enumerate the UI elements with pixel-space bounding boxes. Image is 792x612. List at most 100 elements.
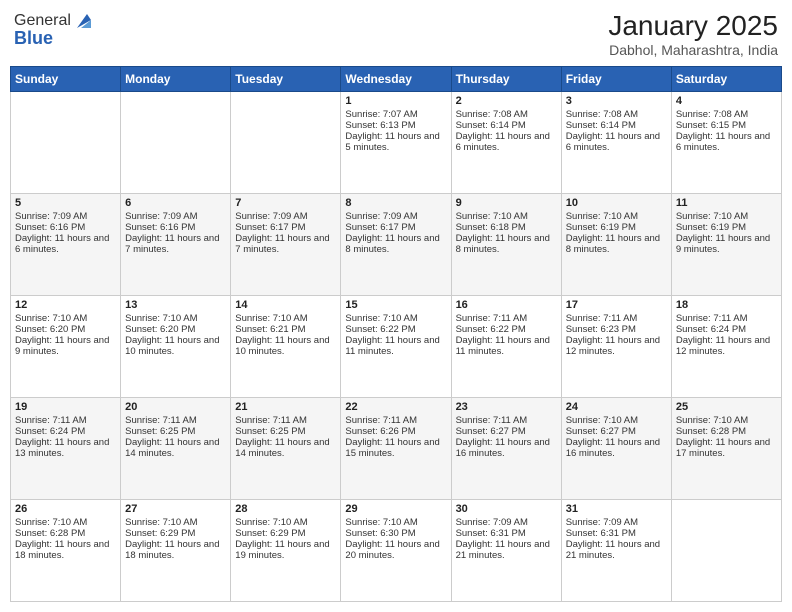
sunset-text: Sunset: 6:15 PM — [676, 120, 777, 131]
sunrise-text: Sunrise: 7:10 AM — [566, 211, 667, 222]
col-monday: Monday — [121, 67, 231, 92]
table-row: 3Sunrise: 7:08 AMSunset: 6:14 PMDaylight… — [561, 92, 671, 194]
daylight-text: Daylight: 11 hours and 12 minutes. — [566, 335, 667, 357]
col-tuesday: Tuesday — [231, 67, 341, 92]
table-row — [671, 500, 781, 602]
table-row — [231, 92, 341, 194]
table-row: 9Sunrise: 7:10 AMSunset: 6:18 PMDaylight… — [451, 194, 561, 296]
day-number: 24 — [566, 401, 667, 413]
sunset-text: Sunset: 6:26 PM — [345, 426, 446, 437]
sunset-text: Sunset: 6:14 PM — [566, 120, 667, 131]
daylight-text: Daylight: 11 hours and 11 minutes. — [345, 335, 446, 357]
calendar-table: Sunday Monday Tuesday Wednesday Thursday… — [10, 66, 782, 602]
sunrise-text: Sunrise: 7:09 AM — [15, 211, 116, 222]
day-number: 20 — [125, 401, 226, 413]
sunset-text: Sunset: 6:16 PM — [15, 222, 116, 233]
calendar-week-row: 26Sunrise: 7:10 AMSunset: 6:28 PMDayligh… — [11, 500, 782, 602]
sunset-text: Sunset: 6:20 PM — [15, 324, 116, 335]
col-saturday: Saturday — [671, 67, 781, 92]
table-row: 27Sunrise: 7:10 AMSunset: 6:29 PMDayligh… — [121, 500, 231, 602]
day-number: 10 — [566, 197, 667, 209]
table-row: 23Sunrise: 7:11 AMSunset: 6:27 PMDayligh… — [451, 398, 561, 500]
sunrise-text: Sunrise: 7:10 AM — [125, 517, 226, 528]
col-sunday: Sunday — [11, 67, 121, 92]
page: General Blue January 2025 Dabhol, Mahara… — [0, 0, 792, 612]
day-number: 1 — [345, 95, 446, 107]
table-row — [121, 92, 231, 194]
day-number: 18 — [676, 299, 777, 311]
table-row: 21 Sunrise: 7:11 AMSunset: 6:25 PMDayligh… — [231, 398, 341, 500]
sunrise-text: Sunrise: 7:11 AM — [235, 415, 336, 426]
table-row: 31Sunrise: 7:09 AMSunset: 6:31 PMDayligh… — [561, 500, 671, 602]
sunset-text: Sunset: 6:31 PM — [566, 528, 667, 539]
daylight-text: Daylight: 11 hours and 7 minutes. — [235, 233, 336, 255]
logo: General Blue — [14, 10, 95, 49]
sunrise-text: Sunrise: 7:11 AM — [125, 415, 226, 426]
sunset-text: Sunset: 6:17 PM — [345, 222, 446, 233]
sunset-text: Sunset: 6:27 PM — [456, 426, 557, 437]
day-number: 11 — [676, 197, 777, 209]
sunrise-text: Sunrise: 7:10 AM — [676, 211, 777, 222]
location: Dabhol, Maharashtra, India — [608, 42, 778, 58]
table-row: 22Sunrise: 7:11 AMSunset: 6:26 PMDayligh… — [341, 398, 451, 500]
sunset-text: Sunset: 6:16 PM — [125, 222, 226, 233]
calendar-week-row: 5Sunrise: 7:09 AMSunset: 6:16 PMDaylight… — [11, 194, 782, 296]
sunset-text: Sunset: 6:22 PM — [456, 324, 557, 335]
day-number: 29 — [345, 503, 446, 515]
day-number: 21 — [235, 401, 336, 413]
sunrise-text: Sunrise: 7:08 AM — [676, 109, 777, 120]
day-number: 31 — [566, 503, 667, 515]
sunset-text: Sunset: 6:25 PM — [235, 426, 336, 437]
sunrise-text: Sunrise: 7:10 AM — [15, 313, 116, 324]
sunrise-text: Sunrise: 7:10 AM — [345, 517, 446, 528]
sunset-text: Sunset: 6:14 PM — [456, 120, 557, 131]
table-row: 7Sunrise: 7:09 AMSunset: 6:17 PMDaylight… — [231, 194, 341, 296]
sunrise-text: Sunrise: 7:09 AM — [456, 517, 557, 528]
table-row: 29Sunrise: 7:10 AMSunset: 6:30 PMDayligh… — [341, 500, 451, 602]
table-row: 8Sunrise: 7:09 AMSunset: 6:17 PMDaylight… — [341, 194, 451, 296]
day-number: 16 — [456, 299, 557, 311]
sunrise-text: Sunrise: 7:09 AM — [566, 517, 667, 528]
table-row: 28Sunrise: 7:10 AMSunset: 6:29 PMDayligh… — [231, 500, 341, 602]
day-number: 8 — [345, 197, 446, 209]
daylight-text: Daylight: 11 hours and 6 minutes. — [15, 233, 116, 255]
daylight-text: Daylight: 11 hours and 6 minutes. — [566, 131, 667, 153]
table-row: 14Sunrise: 7:10 AMSunset: 6:21 PMDayligh… — [231, 296, 341, 398]
sunset-text: Sunset: 6:18 PM — [456, 222, 557, 233]
sunset-text: Sunset: 6:23 PM — [566, 324, 667, 335]
day-number: 2 — [456, 95, 557, 107]
daylight-text: Daylight: 11 hours and 10 minutes. — [125, 335, 226, 357]
day-number: 7 — [235, 197, 336, 209]
daylight-text: Daylight: 11 hours and 11 minutes. — [456, 335, 557, 357]
daylight-text: Daylight: 11 hours and 14 minutes. — [235, 437, 336, 459]
sunrise-text: Sunrise: 7:11 AM — [345, 415, 446, 426]
day-number: 3 — [566, 95, 667, 107]
sunrise-text: Sunrise: 7:07 AM — [345, 109, 446, 120]
sunrise-text: Sunrise: 7:10 AM — [235, 517, 336, 528]
daylight-text: Daylight: 11 hours and 10 minutes. — [235, 335, 336, 357]
sunset-text: Sunset: 6:25 PM — [125, 426, 226, 437]
sunrise-text: Sunrise: 7:10 AM — [566, 415, 667, 426]
sunrise-text: Sunrise: 7:09 AM — [345, 211, 446, 222]
sunrise-text: Sunrise: 7:10 AM — [456, 211, 557, 222]
daylight-text: Daylight: 11 hours and 18 minutes. — [125, 539, 226, 561]
table-row: 10Sunrise: 7:10 AMSunset: 6:19 PMDayligh… — [561, 194, 671, 296]
sunset-text: Sunset: 6:29 PM — [235, 528, 336, 539]
sunset-text: Sunset: 6:24 PM — [676, 324, 777, 335]
daylight-text: Daylight: 11 hours and 5 minutes. — [345, 131, 446, 153]
sunset-text: Sunset: 6:28 PM — [15, 528, 116, 539]
day-number: 30 — [456, 503, 557, 515]
day-number: 27 — [125, 503, 226, 515]
day-number: 15 — [345, 299, 446, 311]
table-row: 30Sunrise: 7:09 AMSunset: 6:31 PMDayligh… — [451, 500, 561, 602]
sunrise-text: Sunrise: 7:08 AM — [456, 109, 557, 120]
sunset-text: Sunset: 6:21 PM — [235, 324, 336, 335]
daylight-text: Daylight: 11 hours and 9 minutes. — [15, 335, 116, 357]
col-thursday: Thursday — [451, 67, 561, 92]
logo-blue-text: Blue — [14, 28, 53, 49]
sunrise-text: Sunrise: 7:11 AM — [456, 313, 557, 324]
daylight-text: Daylight: 11 hours and 6 minutes. — [676, 131, 777, 153]
sunset-text: Sunset: 6:19 PM — [566, 222, 667, 233]
table-row: 18Sunrise: 7:11 AMSunset: 6:24 PMDayligh… — [671, 296, 781, 398]
table-row: 12Sunrise: 7:10 AMSunset: 6:20 PMDayligh… — [11, 296, 121, 398]
